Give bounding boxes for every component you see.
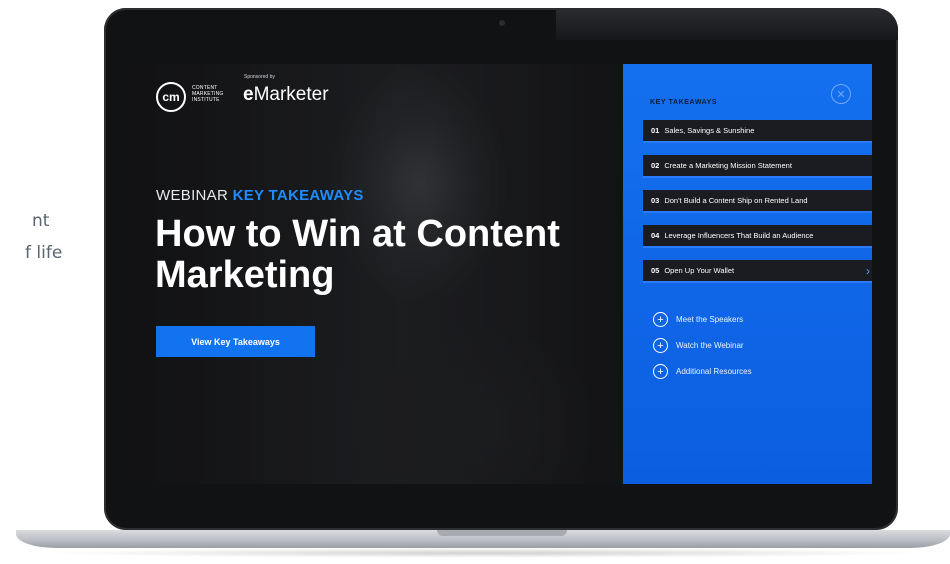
meet-the-speakers-link[interactable]: + Meet the Speakers [653,311,752,328]
link-label: Meet the Speakers [676,315,744,324]
laptop-shadow [40,548,930,558]
link-label: Watch the Webinar [676,341,744,350]
laptop-screen: cm CONTENT MARKETING INSTITUTE Sponsored… [129,64,872,484]
camera-icon [499,20,505,26]
plus-circle-icon: + [653,338,668,353]
cmi-logo-icon: cm [156,82,186,112]
hero-headline: How to Win at Content Marketing [155,213,560,296]
emarketer-logo: eMarketer [243,84,329,105]
takeaway-item-03[interactable]: 03 Don't Build a Content Ship on Rented … [643,190,872,213]
kicker-key-takeaways: KEY TAKEAWAYS [232,187,364,204]
cmi-logo-text: CONTENT MARKETING INSTITUTE [192,85,224,103]
takeaway-number: 03 [651,196,660,205]
background-text-line-1: nt [32,211,50,231]
chevron-right-icon: › [866,264,870,278]
takeaway-item-02[interactable]: 02 Create a Marketing Mission Statement [643,155,872,178]
close-icon[interactable]: ✕ [831,84,851,104]
takeaway-number: 02 [651,161,660,170]
takeaways-panel: KEY TAKEAWAYS ✕ 01 Sales, Savings & Suns… [623,64,872,484]
hero-kicker: WEBINAR KEY TAKEAWAYS [156,187,364,204]
takeaway-label: Don't Build a Content Ship on Rented Lan… [664,196,808,205]
hero-section: cm CONTENT MARKETING INSTITUTE Sponsored… [129,64,623,484]
takeaway-number: 05 [651,266,660,275]
takeaway-label: Open Up Your Wallet [664,266,735,275]
takeaway-number: 04 [651,231,660,240]
link-label: Additional Resources [676,367,752,376]
view-key-takeaways-button[interactable]: View Key Takeaways [156,326,315,357]
watch-the-webinar-link[interactable]: + Watch the Webinar [653,337,752,354]
additional-resources-link[interactable]: + Additional Resources [653,363,752,380]
takeaway-number: 01 [651,126,660,135]
kicker-webinar: WEBINAR [156,187,229,204]
panel-links: + Meet the Speakers + Watch the Webinar … [653,311,752,389]
takeaway-item-01[interactable]: 01 Sales, Savings & Sunshine [643,120,872,143]
plus-circle-icon: + [653,312,668,327]
lid-glare [556,8,898,40]
takeaways-list: 01 Sales, Savings & Sunshine 02 Create a… [643,120,872,295]
sponsored-label: Sponsored by [244,74,275,80]
background-text-line-2: f life [25,243,63,263]
takeaway-label: Leverage Influencers That Build an Audie… [664,231,814,240]
background-text: nt f life [0,205,62,269]
laptop-base-notch [437,530,567,536]
takeaway-item-05[interactable]: 05 Open Up Your Wallet › [643,260,872,283]
takeaway-label: Sales, Savings & Sunshine [664,126,755,135]
takeaway-label: Create a Marketing Mission Statement [664,161,792,170]
plus-circle-icon: + [653,364,668,379]
takeaway-item-04[interactable]: 04 Leverage Influencers That Build an Au… [643,225,872,248]
panel-title: KEY TAKEAWAYS [650,99,718,106]
